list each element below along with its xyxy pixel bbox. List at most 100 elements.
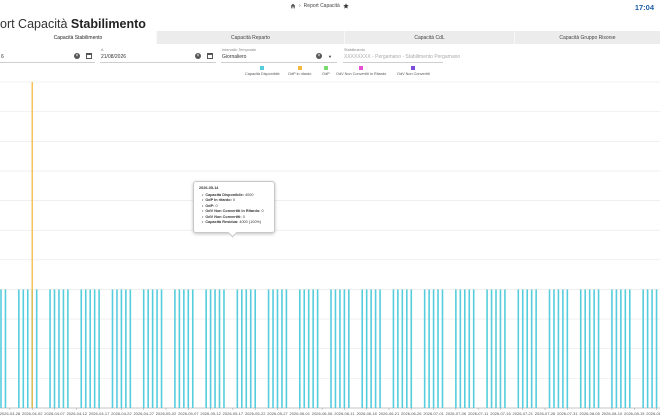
bar-capacita-disponibile [361,289,364,408]
tooltip-row-value: 0 [261,209,264,214]
bar-capacita-disponibile [611,289,613,408]
tooltip-row-label: Capacità Disponibile: [205,193,244,197]
bar-capacita-disponibile [80,289,83,408]
x-tick-label: 2026-05-27 [267,411,288,416]
bar-capacita-disponibile [472,289,475,408]
bar-capacita-disponibile [120,289,123,408]
bar-capacita-disponibile [129,289,132,408]
bar-capacita-disponibile [316,289,319,408]
x-tick-label: 2026-08-15 [624,411,645,416]
bar-capacita-disponibile [156,289,158,408]
x-tick-label: 2026-06-11 [334,411,355,416]
bar-capacita-disponibile [406,289,408,408]
bar-capacita-disponibile [428,289,430,408]
x-tick-label: 2026-04-02 [22,411,43,416]
bar-capacita-disponibile [615,289,618,408]
bar-capacita-disponibile [254,289,256,408]
bar-capacita-disponibile [521,289,524,408]
bar-capacita-disponibile [35,289,38,408]
bar-capacita-disponibile [553,289,555,408]
bar-capacita-disponibile [374,289,377,408]
bar-capacita-disponibile [98,289,100,408]
bar-capacita-disponibile [566,289,569,408]
x-tick-label: 2026-06-26 [401,411,422,416]
bar-capacita-disponibile [397,289,399,408]
bar-capacita-disponibile [535,289,537,408]
x-tick-label: 2026-07-16 [490,411,511,416]
bar-capacita-disponibile [111,289,114,408]
bar-capacita-disponibile [147,289,149,408]
bar-capacita-disponibile [191,289,194,408]
bar-capacita-disponibile [620,289,622,408]
bar-capacita-disponibile [272,289,274,408]
bar-capacita-disponibile [562,289,564,408]
bar-capacita-disponibile [348,289,350,408]
x-tick-label: 2026-06-21 [379,411,400,416]
x-tick-label: 2026-08-10 [602,411,623,416]
bar-capacita-disponibile [298,289,301,408]
bar-capacita-disponibile [504,289,506,408]
x-tick-label: 2026-05-02 [156,411,177,416]
bar-capacita-disponibile [597,289,600,408]
bar-capacita-disponibile [307,289,310,408]
tooltip-row-value: 4000 [245,193,254,197]
bar-capacita-disponibile [183,289,185,408]
bar-capacita-disponibile [441,289,444,408]
capacity-chart: 2026-03-28 2026-04-02 2026-04-07 2026-04-12… [0,81,660,416]
bar-capacita-disponibile [584,289,586,408]
bar-capacita-disponibile [517,289,520,408]
bar-capacita-disponibile [548,289,551,408]
tooltip-row-label: Capacità Residua: [205,219,239,224]
tooltip-row-label: OdV Non Convertiti: [205,214,242,219]
bar-capacita-disponibile [160,289,163,408]
bar-capacita-disponibile [223,289,225,408]
bar-capacita-disponibile [205,289,207,408]
bar-capacita-disponibile [455,289,457,408]
tooltip-row-label: OdP: [205,203,215,208]
bar-capacita-disponibile [245,289,248,408]
bar-capacita-disponibile [26,289,29,408]
x-tick-label: 2026-07-31 [557,411,578,416]
bar-capacita-disponibile [557,289,560,408]
bar-capacita-disponibile [67,289,69,408]
bar-capacita-disponibile [468,289,471,408]
x-tick-label: 2026-05-22 [245,411,266,416]
bar-capacita-disponibile [84,289,87,408]
x-tick-label: 2026-04-27 [133,411,154,416]
x-tick-label: 2026-07-06 [446,411,467,416]
bar-capacita-disponibile [249,289,252,408]
bar-capacita-disponibile [593,289,595,408]
bar-capacita-disponibile [330,289,332,408]
x-tick-label: 2026-04-12 [67,411,88,416]
bar-capacita-disponibile [588,289,591,408]
bar-capacita-disponibile [339,289,341,408]
bar-capacita-disponibile [642,289,644,408]
tooltip-row: OdP In ritardo: 0 [202,198,269,202]
tooltip-row-value: 0 [232,198,236,203]
x-tick-label: 2026-06-06 [312,411,333,416]
bar-capacita-disponibile [276,289,279,408]
bar-capacita-disponibile [379,289,381,408]
bar-capacita-disponibile [142,289,145,408]
bar-capacita-disponibile [392,289,395,408]
bar-capacita-disponibile [58,289,60,408]
bar-capacita-disponibile [526,289,529,408]
bar-capacita-disponibile [214,289,216,408]
bar-capacita-disponibile [0,289,2,408]
tooltip-row-value: 4000 (100%) [239,219,262,224]
x-tick-label: 2026-07-26 [535,411,556,416]
bar-capacita-disponibile [285,289,288,408]
tooltip-row: OdV Non Convertiti In Ritardo: 0 [202,209,269,213]
x-tick-label: 2026-03-28 [0,411,21,416]
bar-capacita-disponibile [646,289,649,408]
bar-capacita-disponibile [303,289,306,408]
x-tick-label: 2026-08-05 [579,411,600,416]
bar-capacita-disponibile [432,289,435,408]
bar-capacita-disponibile [93,289,96,408]
bar-capacita-disponibile [151,289,154,408]
x-tick-label: 2026-05-12 [200,411,221,416]
bar-capacita-disponibile [312,289,314,408]
bar-capacita-disponibile [334,289,337,408]
bar-capacita-disponibile [89,289,91,408]
bar-capacita-disponibile [22,289,25,408]
